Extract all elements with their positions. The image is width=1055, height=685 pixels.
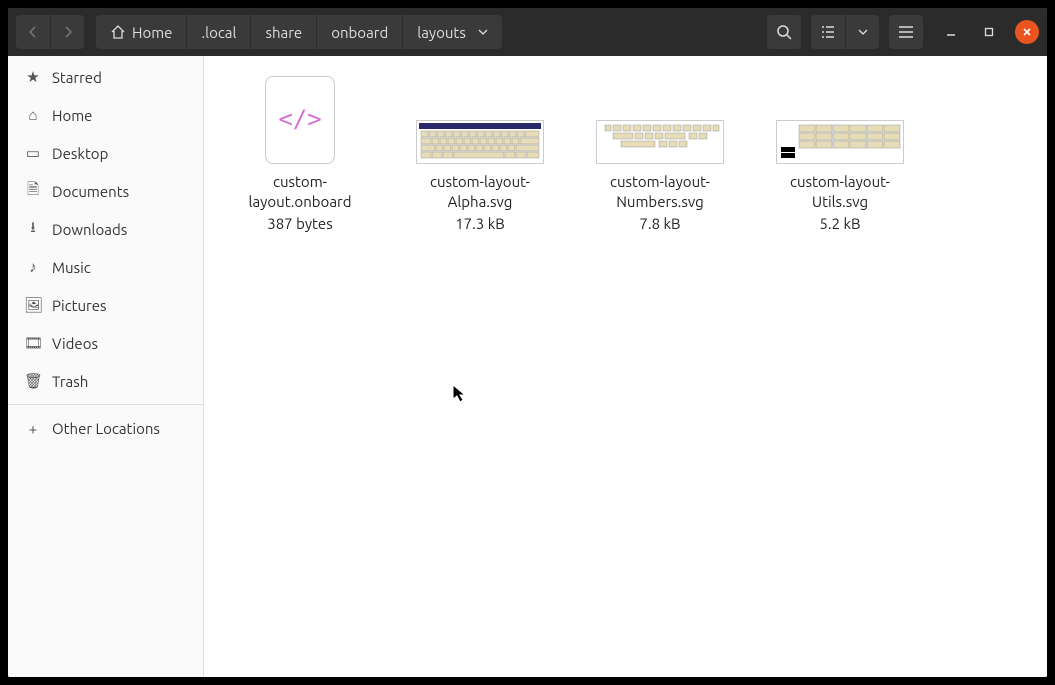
close-button[interactable]: [1015, 20, 1039, 44]
file-name: custom-layout-Utils.svg: [770, 172, 910, 211]
sidebar-item-desktop[interactable]: ▭Desktop: [8, 134, 203, 172]
back-button[interactable]: [16, 15, 50, 49]
breadcrumb-seg[interactable]: onboard: [317, 15, 403, 49]
file-grid[interactable]: </> custom-layout.onboard 387 bytes: [204, 56, 1047, 677]
sidebar-item-music[interactable]: ♪Music: [8, 248, 203, 286]
file-thumbnail: </>: [265, 76, 335, 164]
search-button[interactable]: [767, 15, 801, 49]
view-dropdown-button[interactable]: [845, 15, 879, 49]
sidebar: ★Starred ⌂Home ▭Desktop 🗎Documents ⭳Down…: [8, 56, 204, 677]
sidebar-item-documents[interactable]: 🗎Documents: [8, 172, 203, 210]
documents-icon: 🗎: [24, 179, 42, 204]
sidebar-item-starred[interactable]: ★Starred: [8, 58, 203, 96]
breadcrumb-seg[interactable]: .local: [187, 15, 251, 49]
pictures-icon: 🖼: [24, 296, 42, 314]
view-group: [811, 15, 879, 49]
sidebar-separator: [8, 404, 203, 405]
file-thumbnail: [596, 120, 724, 164]
cursor-icon: [452, 384, 468, 404]
plus-icon: +: [24, 420, 42, 437]
breadcrumb-label: Home: [132, 24, 172, 41]
file-size: 387 bytes: [267, 215, 332, 232]
window-body: ★Starred ⌂Home ▭Desktop 🗎Documents ⭳Down…: [8, 56, 1047, 677]
forward-button[interactable]: [50, 15, 84, 49]
downloads-icon: ⭳: [24, 217, 42, 242]
file-size: 7.8 kB: [639, 215, 680, 232]
file-item[interactable]: custom-layout-Numbers.svg 7.8 kB: [590, 76, 730, 232]
breadcrumb: Home .local share onboard layouts: [96, 15, 502, 49]
breadcrumb-seg[interactable]: share: [251, 15, 317, 49]
window-controls: [939, 20, 1039, 44]
file-size: 17.3 kB: [455, 215, 505, 232]
nav-group: [16, 15, 84, 49]
file-item[interactable]: custom-layout-Utils.svg 5.2 kB: [770, 76, 910, 232]
desktop-icon: ▭: [24, 144, 42, 162]
file-name: custom-layout-Alpha.svg: [410, 172, 550, 211]
sidebar-item-downloads[interactable]: ⭳Downloads: [8, 210, 203, 248]
file-thumbnail: [416, 120, 544, 164]
home-icon: ⌂: [24, 106, 42, 124]
breadcrumb-home[interactable]: Home: [96, 15, 187, 49]
sidebar-item-home[interactable]: ⌂Home: [8, 96, 203, 134]
sidebar-item-pictures[interactable]: 🖼Pictures: [8, 286, 203, 324]
star-icon: ★: [24, 68, 42, 86]
videos-icon: 🎞: [24, 334, 42, 352]
svg-text:</>: </>: [278, 105, 321, 133]
file-name: custom-layout.onboard: [230, 172, 370, 211]
sidebar-item-trash[interactable]: 🗑Trash: [8, 362, 203, 400]
sidebar-item-other-locations[interactable]: +Other Locations: [8, 409, 203, 447]
hamburger-menu-button[interactable]: [889, 15, 923, 49]
file-thumbnail: [776, 120, 904, 164]
sidebar-item-videos[interactable]: 🎞Videos: [8, 324, 203, 362]
file-manager-window: Home .local share onboard layouts: [8, 8, 1047, 677]
file-name: custom-layout-Numbers.svg: [590, 172, 730, 211]
minimize-button[interactable]: [939, 20, 963, 44]
titlebar: Home .local share onboard layouts: [8, 8, 1047, 56]
file-item[interactable]: custom-layout-Alpha.svg 17.3 kB: [410, 76, 550, 232]
breadcrumb-seg[interactable]: layouts: [403, 15, 502, 49]
maximize-button[interactable]: [977, 20, 1001, 44]
music-icon: ♪: [24, 258, 42, 276]
trash-icon: 🗑: [24, 372, 42, 390]
file-item[interactable]: </> custom-layout.onboard 387 bytes: [230, 76, 370, 232]
file-size: 5.2 kB: [819, 215, 860, 232]
list-view-button[interactable]: [811, 15, 845, 49]
